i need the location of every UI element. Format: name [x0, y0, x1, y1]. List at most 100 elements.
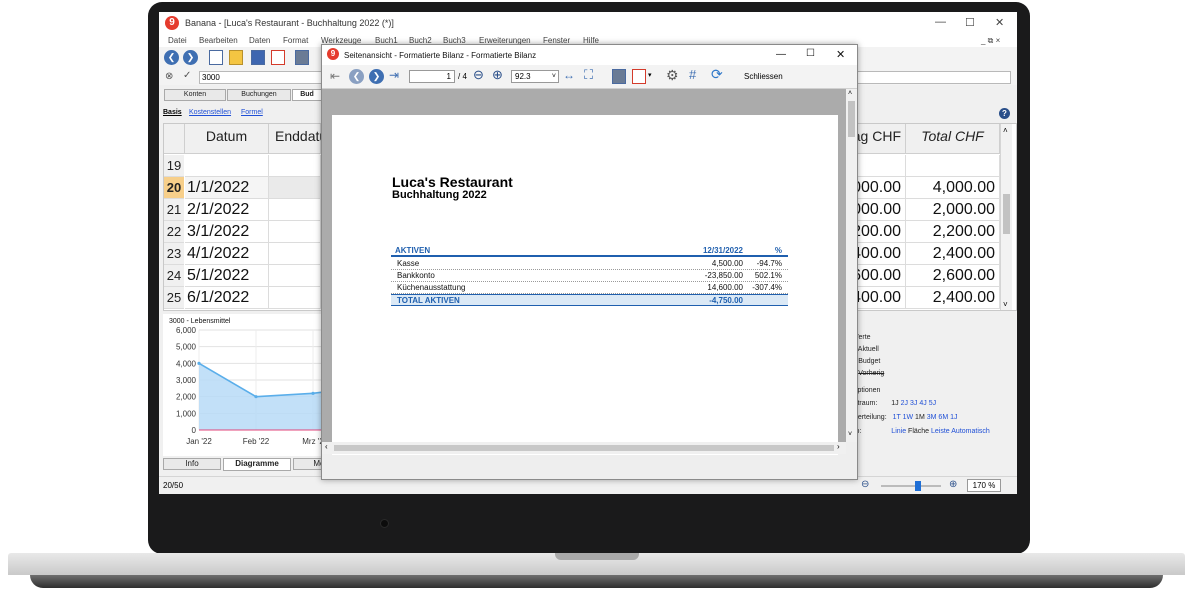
unterteilung-1j[interactable]: 1J	[950, 414, 957, 421]
settings-gear-icon[interactable]: ⚙	[666, 67, 679, 84]
total-cell[interactable]: 4,000.00	[906, 177, 1000, 199]
preview-zoom-out-icon[interactable]: ⊖	[473, 67, 484, 83]
zoom-out-icon[interactable]: ⊖	[861, 479, 869, 490]
zeitraum-2j[interactable]: 2J	[901, 400, 908, 407]
pdf-dropdown-icon[interactable]: ▾	[648, 71, 652, 79]
fit-width-icon[interactable]: ↔	[563, 68, 575, 82]
preview-pdf-icon[interactable]	[632, 69, 646, 84]
preview-horizontal-scrollbar[interactable]: ‹ ›	[322, 442, 846, 454]
column-header-datum[interactable]: Datum	[185, 124, 269, 154]
last-page-icon[interactable]: ⇥	[389, 68, 399, 82]
date-cell[interactable]: 6/1/2022	[185, 287, 269, 309]
subtab-basis[interactable]: Basis	[163, 109, 182, 116]
enddate-cell[interactable]	[269, 199, 321, 221]
preview-hscroll-thumb[interactable]	[334, 445, 834, 451]
table-vertical-scrollbar[interactable]: ˄ ˅	[1000, 124, 1012, 310]
typ-flaeche[interactable]: Fläche	[908, 428, 929, 435]
zeitraum-3j[interactable]: 3J	[910, 400, 917, 407]
row-number[interactable]: 23	[164, 243, 184, 265]
mdi-window-controls[interactable]: _ ⧉ ×	[981, 36, 1000, 46]
date-cell[interactable]: 1/1/2022	[185, 177, 269, 199]
preview-vertical-scrollbar[interactable]: ˄ ˅	[846, 89, 857, 442]
next-page-icon[interactable]: ❯	[369, 69, 384, 84]
date-cell[interactable]: 5/1/2022	[185, 265, 269, 287]
unterteilung-1m[interactable]: 1M	[915, 414, 925, 421]
page-setup-icon[interactable]: #	[689, 67, 696, 82]
preview-zoom-in-icon[interactable]: ⊕	[492, 67, 503, 83]
back-icon[interactable]: ❮	[164, 50, 179, 65]
zoom-select[interactable]: 92.3 ˅	[511, 70, 559, 83]
row-number[interactable]: 19	[164, 155, 184, 177]
pdf-icon[interactable]	[271, 50, 285, 65]
typ-leiste[interactable]: Leiste	[931, 428, 950, 435]
column-header-enddatum[interactable]: Enddatu	[269, 124, 327, 154]
row-number[interactable]: 21	[164, 199, 184, 221]
subtab-kostenstellen[interactable]: Kostenstellen	[189, 109, 231, 116]
cancel-icon[interactable]: ⊗	[165, 71, 173, 82]
preview-scroll-down-icon[interactable]: ˅	[848, 431, 852, 438]
total-cell[interactable]	[906, 155, 1000, 177]
unterteilung-6m[interactable]: 6M	[938, 414, 948, 421]
menu-format[interactable]: Format	[283, 36, 308, 45]
unterteilung-1w[interactable]: 1W	[903, 414, 914, 421]
row-number[interactable]: 22	[164, 221, 184, 243]
date-cell[interactable]: 2/1/2022	[185, 199, 269, 221]
first-page-icon[interactable]: ⇤	[330, 69, 340, 83]
page-number-input[interactable]: 1	[409, 70, 455, 83]
enddate-cell[interactable]	[269, 155, 321, 177]
save-icon[interactable]	[251, 50, 265, 65]
column-header-total[interactable]: Total CHF	[906, 124, 1000, 154]
zoom-value-field[interactable]: 170 %	[967, 479, 1001, 492]
preview-maximize-icon[interactable]: ☐	[806, 48, 815, 59]
enddate-cell[interactable]	[269, 265, 321, 287]
tab-konten[interactable]: Konten	[164, 89, 226, 101]
help-icon[interactable]: ?	[999, 108, 1010, 119]
prev-page-icon[interactable]: ❮	[349, 69, 364, 84]
row-number[interactable]: 25	[164, 287, 184, 309]
unterteilung-1t[interactable]: 1T	[893, 414, 901, 421]
minimize-icon[interactable]: —	[935, 16, 946, 28]
row-number[interactable]: 24	[164, 265, 184, 287]
typ-linie[interactable]: Linie	[891, 428, 906, 435]
typ-automatisch[interactable]: Automatisch	[951, 428, 990, 435]
subtab-formel[interactable]: Formel	[241, 109, 263, 116]
new-file-icon[interactable]	[209, 50, 223, 65]
enddate-cell[interactable]	[269, 221, 321, 243]
tab-budget[interactable]: Bud	[292, 89, 322, 101]
total-cell[interactable]: 2,400.00	[906, 287, 1000, 309]
menu-bearbeiten[interactable]: Bearbeiten	[199, 36, 238, 45]
preview-scroll-left-icon[interactable]: ‹	[325, 442, 328, 451]
scroll-down-icon[interactable]: ˅	[1003, 300, 1008, 309]
preview-scroll-up-icon[interactable]: ˄	[848, 90, 852, 97]
maximize-icon[interactable]: ☐	[965, 16, 975, 29]
zeitraum-5j[interactable]: 5J	[929, 400, 936, 407]
fit-page-icon[interactable]: ⛶	[584, 67, 593, 83]
zoom-slider-thumb[interactable]	[915, 481, 921, 491]
unterteilung-3m[interactable]: 3M	[927, 414, 937, 421]
forward-icon[interactable]: ❯	[183, 50, 198, 65]
total-cell[interactable]: 2,600.00	[906, 265, 1000, 287]
preview-scroll-right-icon[interactable]: ›	[837, 442, 840, 451]
print-icon[interactable]	[295, 50, 309, 65]
date-cell[interactable]: 3/1/2022	[185, 221, 269, 243]
confirm-icon[interactable]: ✓	[183, 70, 191, 81]
date-cell[interactable]	[185, 155, 269, 177]
date-cell[interactable]: 4/1/2022	[185, 243, 269, 265]
enddate-cell[interactable]	[269, 287, 321, 309]
preview-minimize-icon[interactable]: —	[776, 49, 786, 60]
scroll-up-icon[interactable]: ˄	[1003, 126, 1008, 135]
enddate-cell[interactable]	[269, 243, 321, 265]
open-folder-icon[interactable]	[229, 50, 243, 65]
total-cell[interactable]: 2,000.00	[906, 199, 1000, 221]
tab-diagramme[interactable]: Diagramme	[223, 458, 291, 471]
tab-buchungen[interactable]: Buchungen	[227, 89, 291, 101]
preview-scroll-thumb[interactable]	[848, 101, 855, 137]
refresh-icon[interactable]: ⟳	[711, 66, 723, 83]
row-number[interactable]: 20	[164, 177, 184, 199]
zoom-slider-track[interactable]	[881, 485, 941, 487]
zeitraum-1j[interactable]: 1J	[891, 400, 898, 407]
total-cell[interactable]: 2,400.00	[906, 243, 1000, 265]
preview-print-icon[interactable]	[612, 69, 626, 84]
menu-daten[interactable]: Daten	[249, 36, 270, 45]
zeitraum-4j[interactable]: 4J	[919, 400, 926, 407]
